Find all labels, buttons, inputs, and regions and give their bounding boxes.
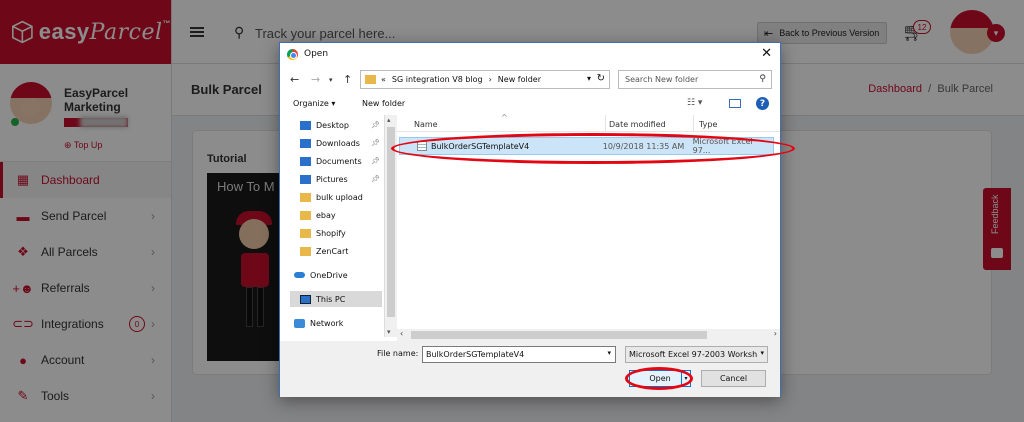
new-folder-button[interactable]: New folder [362, 99, 405, 108]
nav-item-onedrive[interactable]: OneDrive [294, 267, 378, 283]
nav-item-this-pc[interactable]: This PC [290, 291, 382, 307]
open-file-dialog: Open ✕ ← → ▾ ↑ « SG integration V8 blog … [279, 42, 795, 397]
nav-item-label: This PC [316, 294, 346, 304]
pin-icon: 📌︎ [371, 139, 380, 147]
scroll-right-icon[interactable]: › [774, 329, 777, 338]
download-icon [300, 138, 311, 148]
cancel-button[interactable]: Cancel [701, 370, 766, 387]
nav-item-label: Documents [316, 156, 362, 166]
path-separator: › [488, 75, 492, 84]
nav-item-label: bulk upload [316, 192, 363, 202]
nav-item-pictures[interactable]: Pictures 📌︎ [300, 171, 384, 187]
nav-item-label: ebay [316, 210, 336, 220]
onedrive-cloud-icon [294, 272, 305, 278]
folder-search-placeholder: Search New folder [625, 75, 699, 84]
desktop-icon [300, 120, 311, 130]
folder-icon [365, 75, 376, 84]
path-overflow[interactable]: « [381, 75, 386, 84]
nav-item-shopify[interactable]: Shopify [300, 225, 384, 241]
nav-item-label: Shopify [316, 228, 346, 238]
path-segment-new-folder[interactable]: New folder [498, 75, 541, 84]
path-segment-sg-integration[interactable]: SG integration V8 blog [392, 75, 483, 84]
navigation-pane: Desktop 📌︎ Downloads 📌︎ Documents 📌︎ Pictur… [280, 115, 385, 337]
dialog-title-bar: Open ✕ [280, 43, 780, 67]
folder-icon [300, 210, 311, 220]
refresh-icon[interactable]: ↻ [597, 73, 605, 84]
organize-menu[interactable]: Organize ▾ [293, 99, 335, 108]
scrollbar-thumb[interactable] [411, 331, 707, 339]
dialog-toolbar: Organize ▾ New folder ☷ ▾ ? [280, 93, 780, 115]
nav-item-bulk-upload[interactable]: bulk upload [300, 189, 384, 205]
folder-icon [300, 246, 311, 256]
folder-icon [300, 228, 311, 238]
close-icon[interactable]: ✕ [761, 46, 772, 61]
address-row: ← → ▾ ↑ « SG integration V8 blog › New f… [280, 67, 780, 93]
file-highlight-annotation [391, 133, 795, 164]
pin-icon: 📌︎ [371, 121, 380, 129]
preview-pane-icon[interactable] [729, 99, 741, 108]
scroll-left-icon[interactable]: ‹ [400, 329, 403, 338]
chevron-down-icon: ▾ [758, 349, 764, 357]
folder-icon [300, 192, 311, 202]
column-divider[interactable] [693, 115, 694, 131]
nav-item-desktop[interactable]: Desktop 📌︎ [300, 117, 384, 133]
cancel-label: Cancel [719, 374, 748, 383]
nav-item-label: OneDrive [310, 270, 348, 280]
sort-ascending-icon: ^ [501, 113, 508, 122]
file-name-input[interactable]: BulkOrderSGTemplateV4 ▾ [422, 346, 616, 363]
up-arrow-icon[interactable]: ↑ [343, 73, 352, 86]
address-bar[interactable]: « SG integration V8 blog › New folder ▾ … [360, 70, 610, 89]
column-header-type[interactable]: Type [699, 120, 717, 129]
dialog-footer: File name: BulkOrderSGTemplateV4 ▾ Micro… [280, 341, 780, 397]
forward-arrow-icon[interactable]: → [311, 73, 320, 86]
folder-search-input[interactable]: Search New folder ⚲ [618, 70, 772, 89]
file-name-label: File name: [377, 349, 419, 358]
nav-item-ebay[interactable]: ebay [300, 207, 384, 223]
file-list-scrollbar[interactable]: ‹ › [397, 329, 780, 341]
column-header-name[interactable]: Name [414, 120, 438, 129]
computer-icon [300, 294, 311, 304]
scroll-up-icon[interactable]: ▴ [387, 116, 391, 124]
scroll-down-icon[interactable]: ▾ [387, 328, 391, 336]
chevron-down-icon[interactable]: ▾ [587, 74, 591, 83]
network-icon [294, 318, 305, 328]
search-icon: ⚲ [759, 74, 766, 84]
nav-item-label: Network [310, 318, 344, 328]
dialog-title: Open [304, 49, 329, 59]
recent-locations-chevron-icon[interactable]: ▾ [329, 76, 333, 84]
chevron-down-icon[interactable]: ▾ [607, 349, 611, 357]
pin-icon: 📌︎ [371, 157, 380, 165]
help-icon[interactable]: ? [756, 97, 769, 110]
file-name-value: BulkOrderSGTemplateV4 [426, 350, 525, 359]
nav-item-documents[interactable]: Documents 📌︎ [300, 153, 384, 169]
column-header-date-modified[interactable]: Date modified [609, 120, 666, 129]
nav-item-downloads[interactable]: Downloads 📌︎ [300, 135, 384, 151]
scrollbar-thumb[interactable] [387, 127, 395, 317]
file-type-value: Microsoft Excel 97-2003 Worksh [629, 350, 758, 359]
chrome-icon [287, 49, 298, 60]
documents-icon [300, 156, 311, 166]
nav-item-label: Downloads [316, 138, 360, 148]
nav-item-network[interactable]: Network [294, 315, 378, 331]
header-divider [397, 131, 780, 132]
view-options-icon[interactable]: ☷ ▾ [687, 98, 702, 108]
column-divider[interactable] [605, 115, 606, 131]
file-type-select[interactable]: Microsoft Excel 97-2003 Worksh ▾ [625, 346, 768, 363]
nav-item-label: Pictures [316, 174, 348, 184]
back-arrow-icon[interactable]: ← [290, 73, 299, 86]
nav-item-label: ZenCart [316, 246, 349, 256]
open-button-highlight-annotation [625, 367, 693, 390]
nav-item-zencart[interactable]: ZenCart [300, 243, 384, 259]
nav-item-label: Desktop [316, 120, 349, 130]
pin-icon: 📌︎ [371, 175, 380, 183]
pictures-icon [300, 174, 311, 184]
